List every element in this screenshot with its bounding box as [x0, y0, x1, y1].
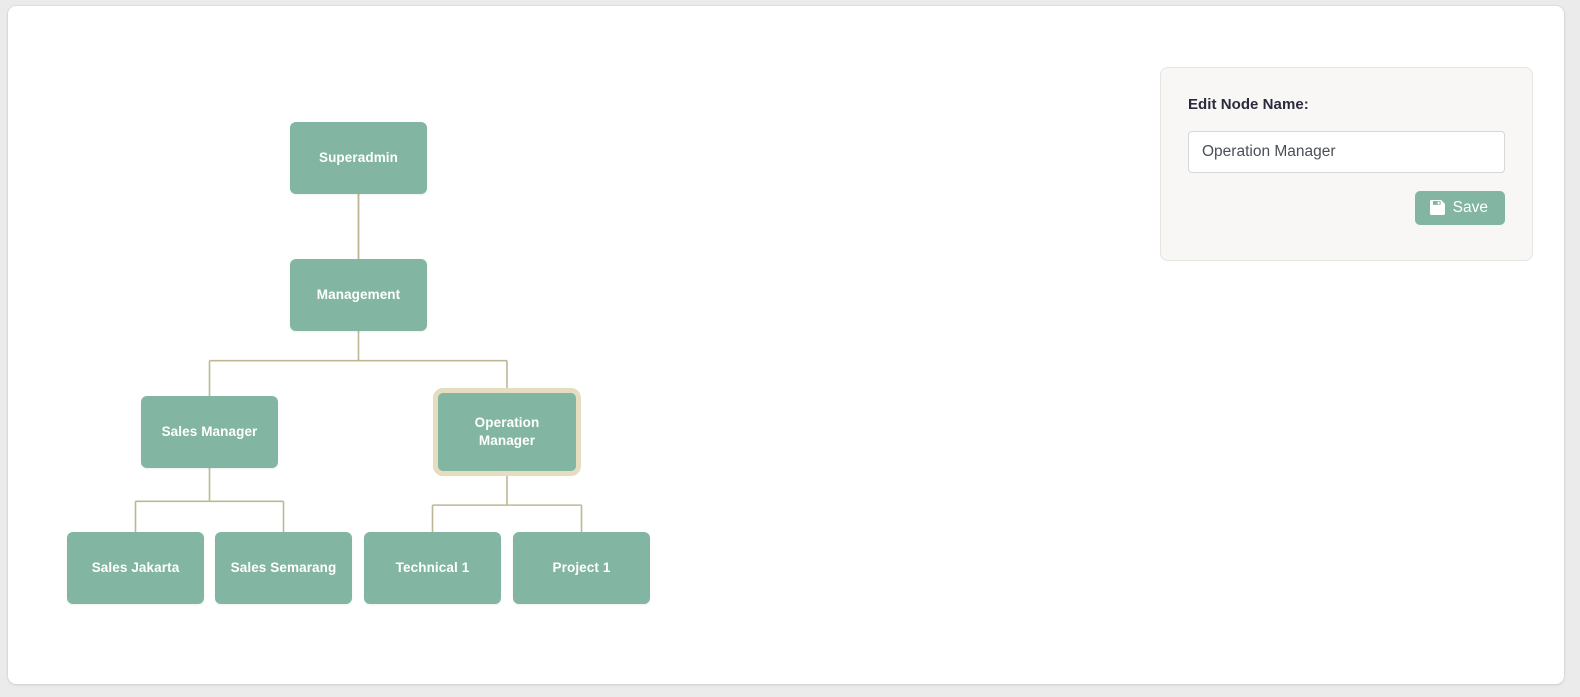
- org-node-technical-1[interactable]: Technical 1: [364, 532, 501, 604]
- org-node-sales-manager[interactable]: Sales Manager: [141, 396, 278, 468]
- save-button-row: Save: [1188, 191, 1505, 225]
- org-node-project-1[interactable]: Project 1: [513, 532, 650, 604]
- org-node-label: Superadmin: [318, 149, 398, 165]
- save-floppy-icon: [1429, 200, 1445, 216]
- edit-node-name-label: Edit Node Name:: [1188, 96, 1309, 113]
- org-node-sales-semarang[interactable]: Sales Semarang: [215, 532, 352, 604]
- org-node-label: Sales Jakarta: [91, 559, 180, 575]
- org-node-label: Project 1: [552, 559, 611, 575]
- save-button-label: Save: [1452, 199, 1488, 216]
- edit-node-panel: Edit Node Name: Save: [1160, 67, 1533, 261]
- org-chart: Superadmin Management Sales Manager Operati…: [8, 6, 1108, 684]
- org-node-label: Operation Manager: [474, 414, 540, 448]
- node-name-input[interactable]: [1188, 131, 1505, 173]
- org-node-superadmin[interactable]: Superadmin: [290, 122, 427, 194]
- org-node-sales-jakarta[interactable]: Sales Jakarta: [67, 532, 204, 604]
- org-node-label: Sales Semarang: [230, 559, 337, 575]
- org-node-label: Management: [316, 286, 401, 302]
- save-button[interactable]: Save: [1414, 191, 1505, 225]
- org-node-operation-manager[interactable]: Operation Manager: [433, 388, 581, 476]
- org-node-management[interactable]: Management: [290, 259, 427, 331]
- org-node-label: Technical 1: [395, 559, 470, 575]
- app-card: Superadmin Management Sales Manager Operati…: [8, 6, 1564, 684]
- org-node-label: Sales Manager: [161, 423, 258, 439]
